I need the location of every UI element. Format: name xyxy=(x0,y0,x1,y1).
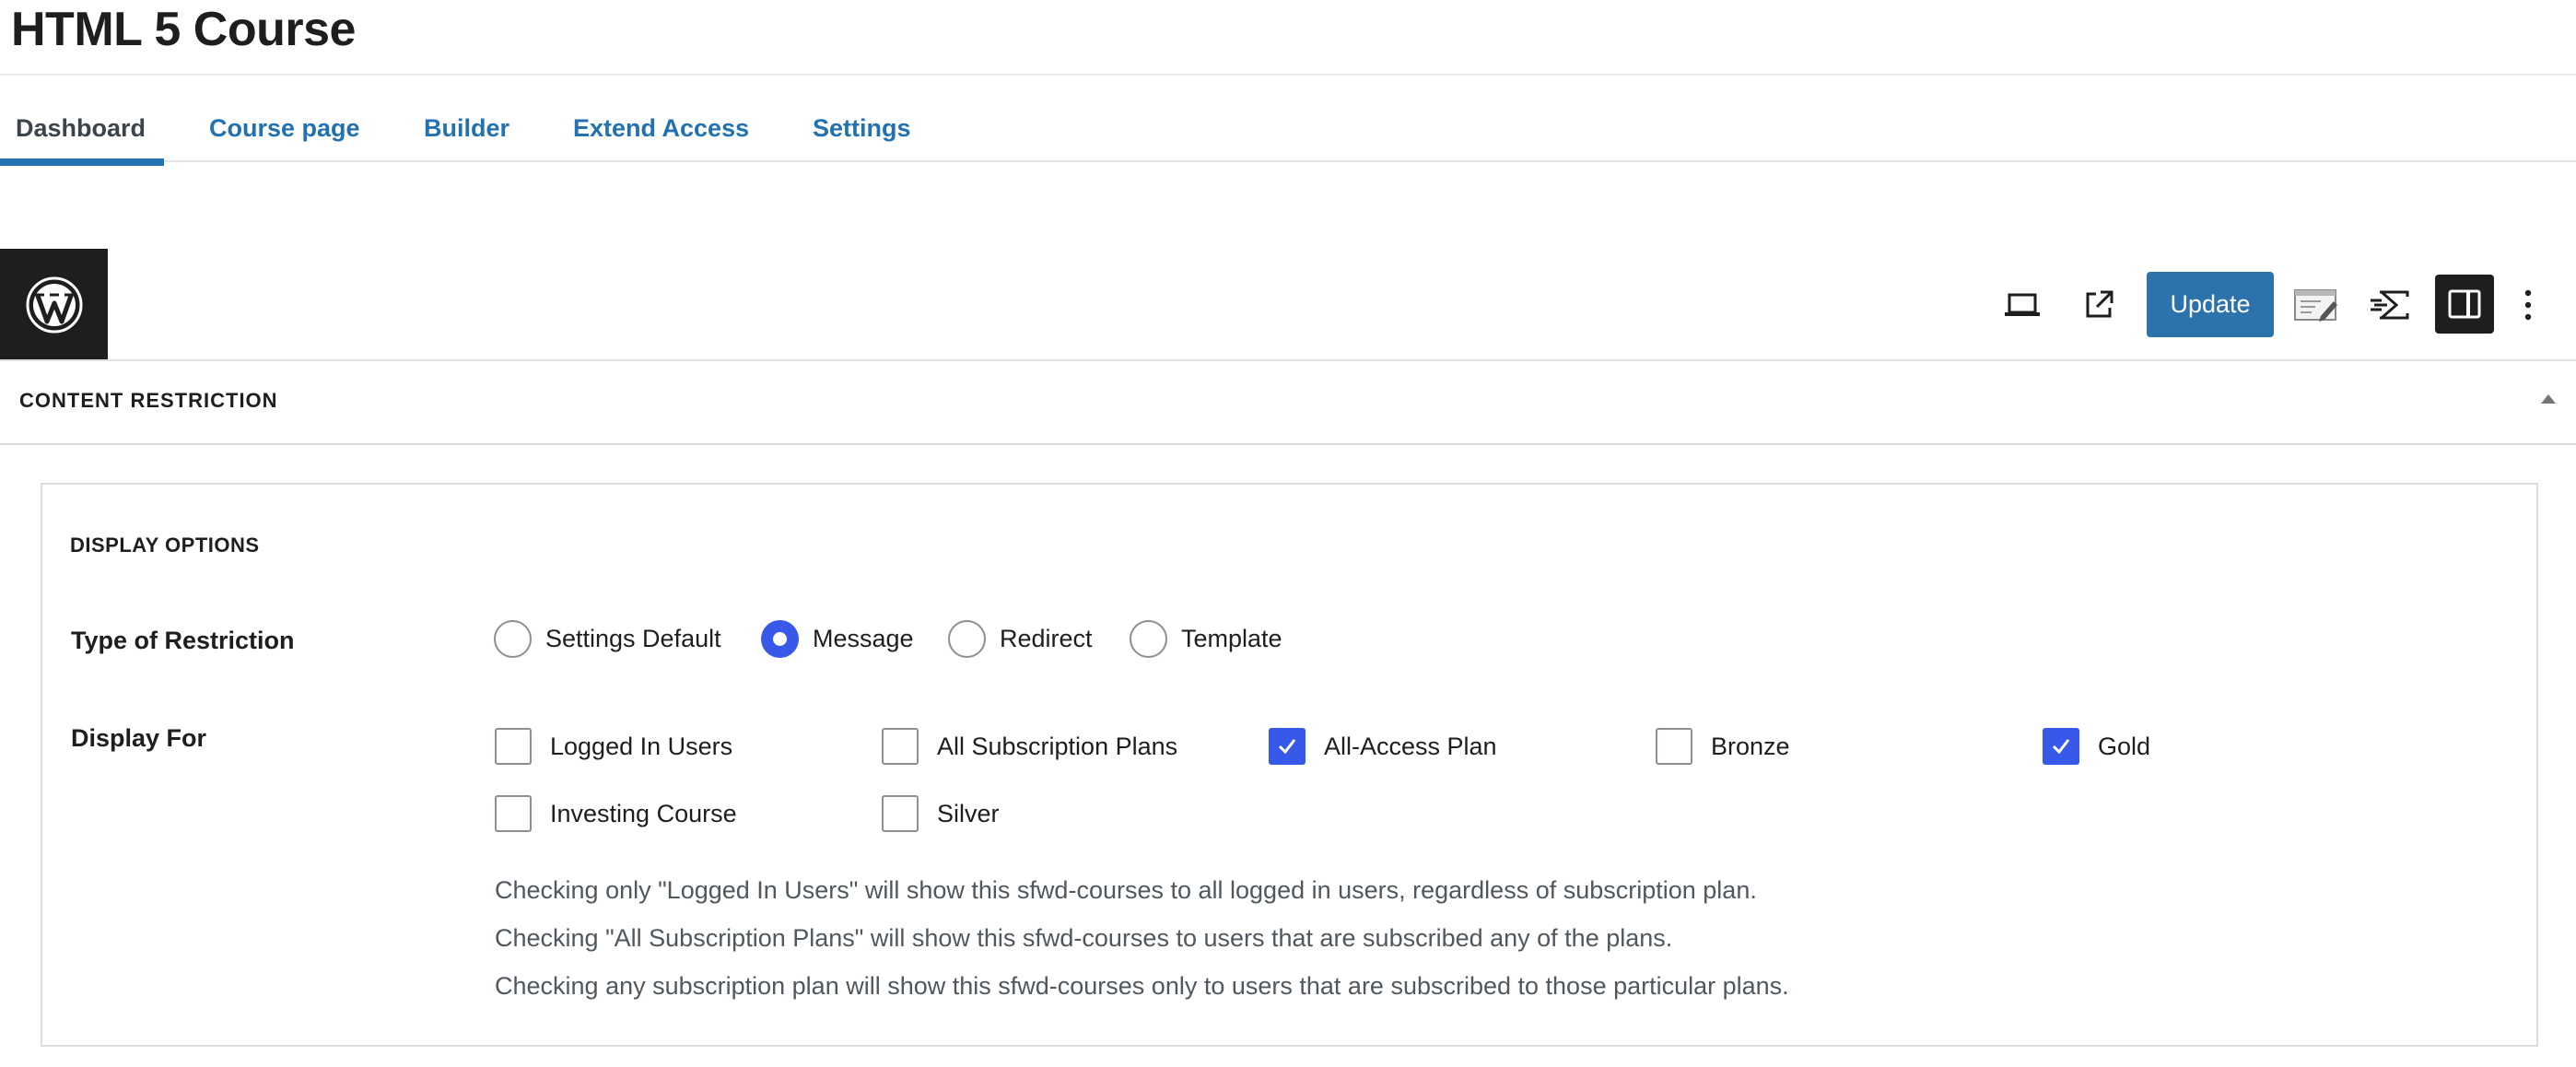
help-note-logged-in: Checking only "Logged In Users" will sho… xyxy=(495,876,1757,904)
more-options-icon[interactable] xyxy=(2510,276,2547,334)
tab-course-page[interactable]: Course page xyxy=(209,92,360,166)
help-note-specific-plans: Checking any subscription plan will show… xyxy=(495,972,1789,1000)
checkbox-bronze[interactable]: Bronze xyxy=(1656,728,1790,765)
radio-label: Message xyxy=(813,625,914,652)
radio-label: Settings Default xyxy=(545,625,721,652)
sidebar-toggle-icon[interactable] xyxy=(2435,275,2494,334)
checkbox-investing-course[interactable]: Investing Course xyxy=(495,795,737,832)
radio-template[interactable]: Template xyxy=(1130,620,1282,658)
checkbox-checked[interactable] xyxy=(1269,728,1306,765)
radio-message[interactable]: Message xyxy=(761,620,914,658)
checkbox-label: Gold xyxy=(2098,732,2151,760)
checkbox-label: Bronze xyxy=(1711,732,1790,760)
collapse-arrow-icon[interactable] xyxy=(2541,394,2556,404)
radio-button[interactable] xyxy=(494,620,532,658)
radio-label: Template xyxy=(1181,625,1282,652)
tabs-divider xyxy=(0,160,2576,162)
page-title: HTML 5 Course xyxy=(11,3,356,56)
checkbox-logged-in-users[interactable]: Logged In Users xyxy=(495,728,732,765)
radio-button[interactable] xyxy=(948,620,986,658)
checkmark-icon xyxy=(1278,739,1296,755)
checkbox-label: All-Access Plan xyxy=(1324,732,1497,760)
checkbox-checked[interactable] xyxy=(2043,728,2079,765)
checkbox-label: Investing Course xyxy=(550,799,737,827)
checkbox-silver[interactable]: Silver xyxy=(882,795,1000,832)
checkbox-all-subscription-plans[interactable]: All Subscription Plans xyxy=(882,728,1177,765)
panel-divider xyxy=(0,443,2576,445)
display-options-heading: DISPLAY OPTIONS xyxy=(70,534,260,557)
radio-settings-default[interactable]: Settings Default xyxy=(494,620,721,658)
radio-button[interactable] xyxy=(1130,620,1167,658)
title-divider xyxy=(0,74,2576,76)
panel-title: CONTENT RESTRICTION xyxy=(19,389,278,412)
checkbox[interactable] xyxy=(882,795,919,832)
learndash-edit-icon[interactable] xyxy=(2288,276,2345,334)
radio-button-selected[interactable] xyxy=(761,620,799,658)
checkbox[interactable] xyxy=(495,795,532,832)
tab-dashboard[interactable]: Dashboard xyxy=(16,92,146,166)
tab-settings[interactable]: Settings xyxy=(813,92,911,166)
checkbox-label: Silver xyxy=(937,799,1000,827)
radio-label: Redirect xyxy=(1000,625,1093,652)
checkbox-label: Logged In Users xyxy=(550,732,733,760)
preview-desktop-icon[interactable] xyxy=(1994,276,2051,334)
display-for-label: Display For xyxy=(71,724,207,752)
display-options-box xyxy=(41,483,2538,1047)
checkmark-icon xyxy=(2052,739,2070,755)
checkbox[interactable] xyxy=(882,728,919,765)
learndash-focus-icon[interactable] xyxy=(2362,276,2419,334)
restriction-type-label: Type of Restriction xyxy=(71,627,295,654)
tab-builder[interactable]: Builder xyxy=(424,92,509,166)
wordpress-icon[interactable] xyxy=(0,249,108,360)
radio-redirect[interactable]: Redirect xyxy=(948,620,1093,658)
help-note-all-plans: Checking "All Subscription Plans" will s… xyxy=(495,924,1673,952)
content-restriction-panel-header[interactable]: CONTENT RESTRICTION xyxy=(0,361,2576,444)
tab-extend-access[interactable]: Extend Access xyxy=(573,92,749,166)
active-tab-indicator xyxy=(0,158,164,166)
course-tabs: Dashboard Course page Builder Extend Acc… xyxy=(0,92,2576,166)
checkbox-all-access-plan[interactable]: All-Access Plan xyxy=(1269,728,1497,765)
checkbox-label: All Subscription Plans xyxy=(937,732,1178,760)
external-link-icon[interactable] xyxy=(2070,276,2127,334)
checkbox[interactable] xyxy=(495,728,532,765)
checkbox-gold[interactable]: Gold xyxy=(2043,728,2150,765)
checkbox[interactable] xyxy=(1656,728,1692,765)
update-button[interactable]: Update xyxy=(2147,272,2274,337)
